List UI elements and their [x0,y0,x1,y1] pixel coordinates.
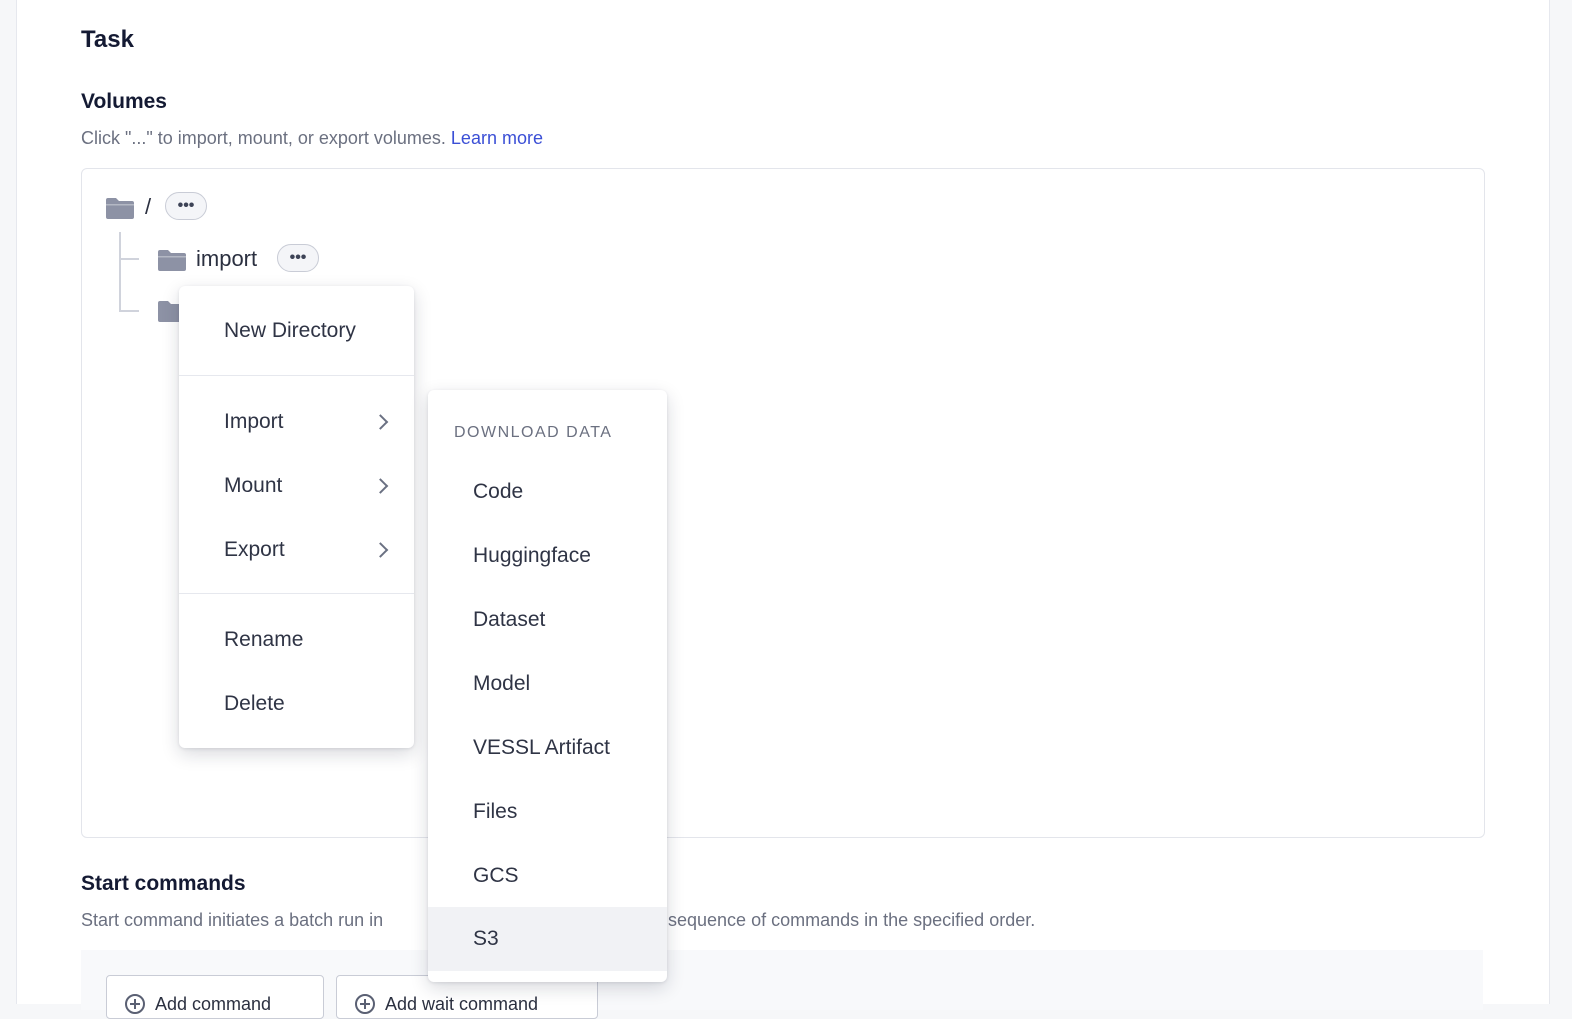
menu-item-label: Export [224,538,285,561]
volumes-description-text: Click "..." to import, mount, or export … [81,128,446,148]
submenu-item-model[interactable]: Model [428,652,667,716]
folder-icon [106,198,134,219]
submenu-item-label: S3 [473,927,499,950]
submenu-item-label: Dataset [473,608,546,631]
page-title: Task [81,26,134,53]
menu-item-export[interactable]: Export [179,524,414,576]
add-command-label: Add command [155,993,272,1014]
start-commands-description: Start command initiates a batch run in [81,910,384,930]
plus-circle-icon [125,994,145,1014]
chevron-right-icon [372,542,389,558]
folder-icon [158,250,186,271]
menu-item-import[interactable]: Import [179,396,414,448]
submenu-item-files[interactable]: Files [428,780,667,844]
submenu-item-vessl-artifact[interactable]: VESSL Artifact [428,716,667,780]
menu-item-label: Delete [224,692,285,715]
submenu-item-gcs[interactable]: GCS [428,844,667,908]
root-more-button[interactable]: ••• [165,192,207,220]
context-menu: New Directory Import Mount Export Rename… [179,286,414,748]
submenu-item-label: VESSL Artifact [473,736,610,759]
submenu-item-code[interactable]: Code [428,460,667,524]
menu-item-mount[interactable]: Mount [179,460,414,512]
add-wait-command-label: Add wait command [385,993,539,1014]
tree-connector [119,310,139,312]
volumes-description: Click "..." to import, mount, or export … [81,128,543,149]
chevron-right-icon [372,414,389,430]
plus-circle-icon [355,994,375,1014]
menu-item-rename[interactable]: Rename [179,614,414,666]
menu-item-new-directory[interactable]: New Directory [179,305,414,357]
menu-divider [179,375,414,376]
learn-more-link[interactable]: Learn more [451,128,543,148]
submenu-item-label: GCS [473,864,519,887]
start-commands-description-cont: sequence of commands in the specified or… [668,910,1036,930]
start-commands-heading: Start commands [81,872,246,895]
add-command-button[interactable]: Add command [106,975,324,1019]
import-submenu: DOWNLOAD DATA Code Huggingface Dataset M… [428,390,667,982]
tree-connector [119,258,139,260]
volumes-heading: Volumes [81,90,167,113]
menu-item-label: New Directory [224,319,356,342]
menu-item-label: Rename [224,628,304,651]
submenu-item-label: Code [473,480,524,503]
tree-item-import-label[interactable]: import [196,246,257,272]
submenu-item-label: Files [473,800,518,823]
import-more-button[interactable]: ••• [277,244,319,272]
menu-item-delete[interactable]: Delete [179,678,414,730]
tree-root-label: / [145,194,152,219]
submenu-item-s3[interactable]: S3 [428,907,667,971]
submenu-header: DOWNLOAD DATA [454,424,613,441]
menu-item-label: Import [224,410,284,433]
menu-item-label: Mount [224,474,283,497]
submenu-item-huggingface[interactable]: Huggingface [428,524,667,588]
submenu-item-label: Huggingface [473,544,591,567]
tree-connector [119,232,121,312]
submenu-item-label: Model [473,672,531,695]
submenu-item-dataset[interactable]: Dataset [428,588,667,652]
menu-divider [179,593,414,594]
chevron-right-icon [372,478,389,494]
